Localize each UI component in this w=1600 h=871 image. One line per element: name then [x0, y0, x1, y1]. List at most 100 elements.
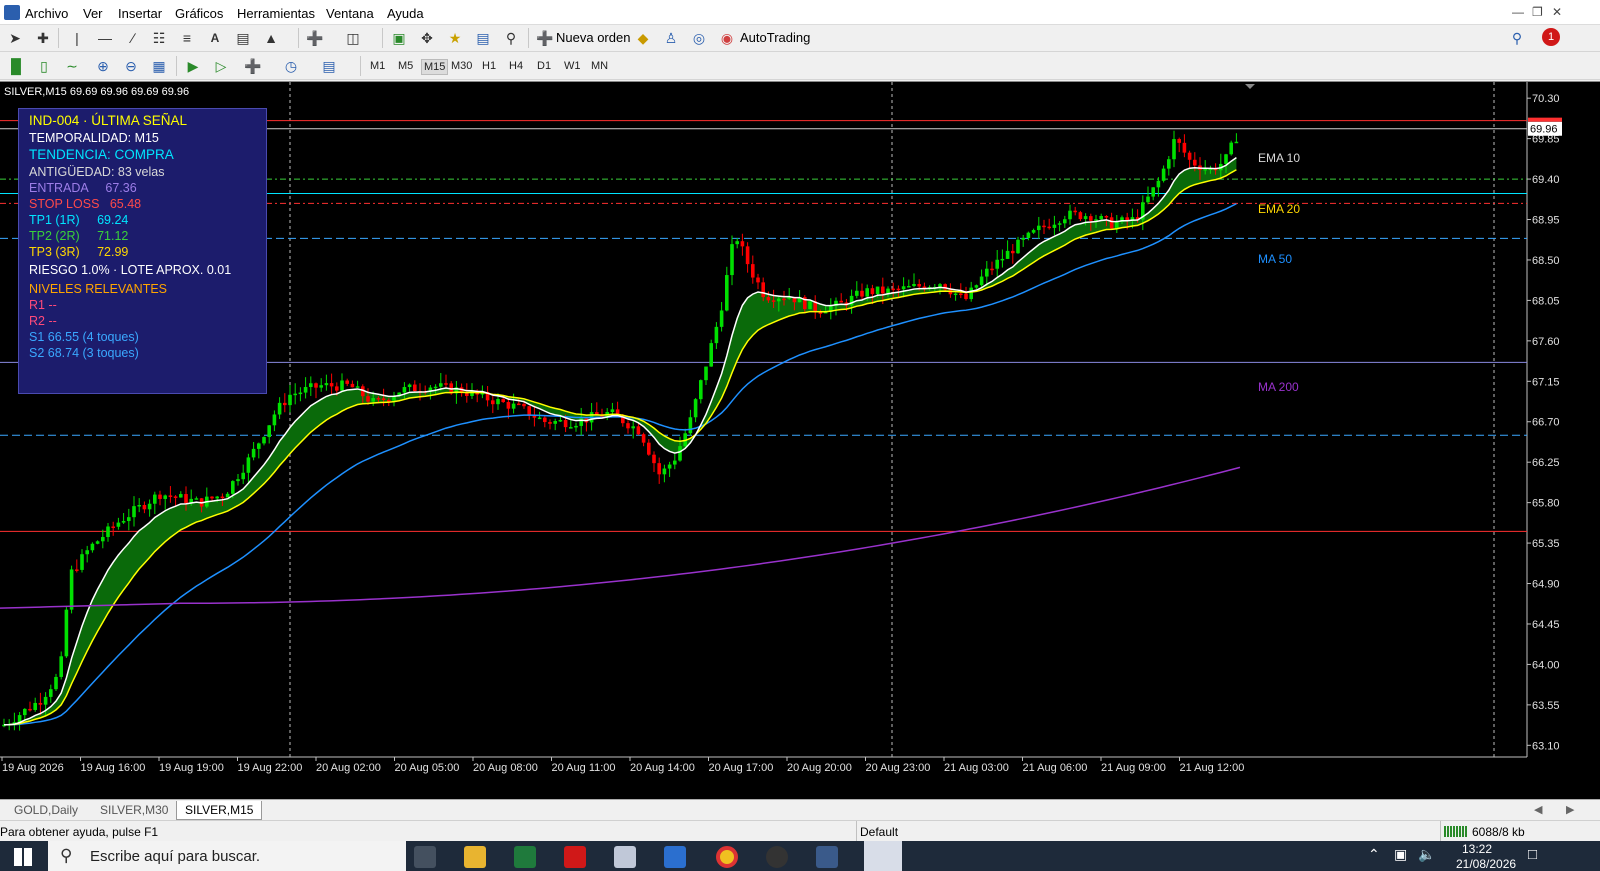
menu-ver[interactable]: Ver: [83, 6, 103, 21]
timeframe-m30[interactable]: M30: [451, 60, 472, 72]
menu-herramientas[interactable]: Herramientas: [237, 6, 315, 21]
text-icon[interactable]: A: [206, 29, 224, 47]
candlestick-icon[interactable]: ▯: [35, 57, 53, 75]
candle-body: [537, 417, 542, 420]
x-tick-label: 21 Aug 12:00: [1180, 762, 1245, 774]
minimize-icon[interactable]: —: [1512, 5, 1524, 19]
text-label-icon[interactable]: ▤: [234, 29, 252, 47]
autotrading-button[interactable]: AutoTrading: [740, 30, 810, 45]
timeframe-h1[interactable]: H1: [482, 60, 496, 72]
obs-icon[interactable]: [766, 846, 788, 868]
candle-body: [771, 300, 776, 302]
line-chart-icon[interactable]: ∼: [63, 57, 81, 75]
task-view-icon[interactable]: [414, 846, 436, 868]
terminal-icon[interactable]: ▤: [474, 29, 492, 47]
candle-body: [1109, 217, 1114, 229]
timeframe-m15[interactable]: M15: [421, 59, 449, 75]
candle-body: [132, 506, 136, 518]
candle-body: [506, 402, 511, 409]
channel-icon[interactable]: ☷: [150, 29, 168, 47]
notification-badge[interactable]: 1: [1542, 28, 1560, 46]
menu-graficos[interactable]: Gráficos: [175, 6, 223, 21]
new-order-button[interactable]: Nueva orden: [556, 30, 630, 45]
zoom-out-icon[interactable]: ⊖: [122, 57, 140, 75]
tab-gold-daily[interactable]: GOLD,Daily: [6, 801, 86, 820]
data-window-icon[interactable]: ★: [446, 29, 464, 47]
chart-shift-icon[interactable]: ▷: [212, 57, 230, 75]
tab-silver-m30[interactable]: SILVER,M30: [92, 801, 176, 820]
shapes-icon[interactable]: ▲: [262, 29, 280, 47]
signal-tp1: TP1 (1R) 69.24: [29, 213, 129, 227]
indicators-icon[interactable]: ➕: [244, 57, 262, 75]
market-watch-icon[interactable]: ▣: [390, 29, 408, 47]
autotrading-icon[interactable]: ◉: [718, 29, 736, 47]
navigator-icon[interactable]: ✥: [418, 29, 436, 47]
new-chart-icon[interactable]: ➕: [306, 29, 324, 47]
strategy-tester-icon[interactable]: ⚲: [502, 29, 520, 47]
tab-silver-m15[interactable]: SILVER,M15: [176, 801, 263, 820]
market-icon[interactable]: ◎: [690, 29, 708, 47]
trendline-icon[interactable]: ∕: [124, 29, 142, 47]
expert-icon[interactable]: ◆: [634, 29, 652, 47]
tab-scroll-left-icon[interactable]: ◀: [1534, 803, 1542, 816]
volume-icon[interactable]: 🔈: [1418, 846, 1435, 863]
timeframe-m1[interactable]: M1: [370, 60, 385, 72]
tab-scroll-right-icon[interactable]: ▶: [1566, 803, 1574, 816]
timeframe-m5[interactable]: M5: [398, 60, 413, 72]
windows-start-icon[interactable]: [14, 848, 32, 866]
timeframe-mn[interactable]: MN: [591, 60, 608, 72]
candle-body: [366, 396, 370, 402]
tile-windows-icon[interactable]: ▦: [150, 57, 168, 75]
new-order-icon[interactable]: ➕: [536, 29, 554, 47]
menu-ventana[interactable]: Ventana: [326, 6, 374, 21]
timeframe-w1[interactable]: W1: [564, 60, 581, 72]
menu-archivo[interactable]: Archivo: [25, 6, 68, 21]
bar-chart-icon[interactable]: █: [7, 57, 25, 75]
action-center-icon[interactable]: □: [1528, 846, 1537, 863]
x-tick-label: 20 Aug 11:00: [552, 762, 616, 774]
clock-date[interactable]: 21/08/2026: [1456, 857, 1516, 871]
level-r1: R1 --: [29, 298, 57, 312]
candle-body: [522, 403, 526, 407]
vertical-line-icon[interactable]: |: [68, 29, 86, 47]
chart-window[interactable]: 70.30 69.85 69.40 68.95 68.50 68.05 67.60 67.15…: [0, 81, 1600, 799]
timeframe-h4[interactable]: H4: [509, 60, 523, 72]
file-explorer-icon[interactable]: [464, 846, 486, 868]
metatrader-taskbar-icon[interactable]: [864, 841, 902, 871]
y-tick-label: 64.90: [1532, 579, 1560, 591]
excel-icon[interactable]: [514, 846, 536, 868]
fibonacci-icon[interactable]: ≡: [178, 29, 196, 47]
menu-insertar[interactable]: Insertar: [118, 6, 162, 21]
x-tick-label: 20 Aug 14:00: [630, 762, 695, 774]
candle-body: [1146, 196, 1150, 203]
candle-body: [875, 286, 880, 295]
candle-body: [179, 494, 183, 498]
templates-icon[interactable]: ▤: [320, 57, 338, 75]
restore-icon[interactable]: ❐: [1532, 5, 1543, 19]
timeframe-d1[interactable]: D1: [537, 60, 551, 72]
taskbar-search[interactable]: ⚲ Escribe aquí para buscar.: [48, 841, 406, 871]
app-icon-5[interactable]: [614, 846, 636, 868]
signals-icon[interactable]: ♙: [662, 29, 680, 47]
y-tick-label: 65.80: [1532, 498, 1560, 510]
candle-body: [1000, 258, 1005, 261]
horizontal-line-icon[interactable]: —: [96, 29, 114, 47]
auto-scroll-icon[interactable]: ▶: [184, 57, 202, 75]
app-icon-9[interactable]: [816, 846, 838, 868]
crosshair-icon[interactable]: ✚: [34, 29, 52, 47]
periods-icon[interactable]: ◷: [282, 57, 300, 75]
tray-chevron-icon[interactable]: ⌃: [1368, 846, 1380, 863]
network-icon[interactable]: ▣: [1394, 846, 1407, 863]
zoom-in-icon[interactable]: ⊕: [94, 57, 112, 75]
clock-time[interactable]: 13:22: [1462, 842, 1492, 856]
candle-body: [1104, 216, 1109, 218]
menu-ayuda[interactable]: Ayuda: [387, 6, 424, 21]
candle-body: [688, 417, 693, 434]
profiles-icon[interactable]: ◫: [344, 29, 362, 47]
close-icon[interactable]: ✕: [1552, 5, 1562, 19]
search-icon[interactable]: ⚲: [1508, 29, 1526, 47]
mail-icon[interactable]: [664, 846, 686, 868]
chrome-icon[interactable]: [716, 846, 738, 868]
cursor-icon[interactable]: ➤: [6, 29, 24, 47]
autocad-icon[interactable]: [564, 846, 586, 868]
